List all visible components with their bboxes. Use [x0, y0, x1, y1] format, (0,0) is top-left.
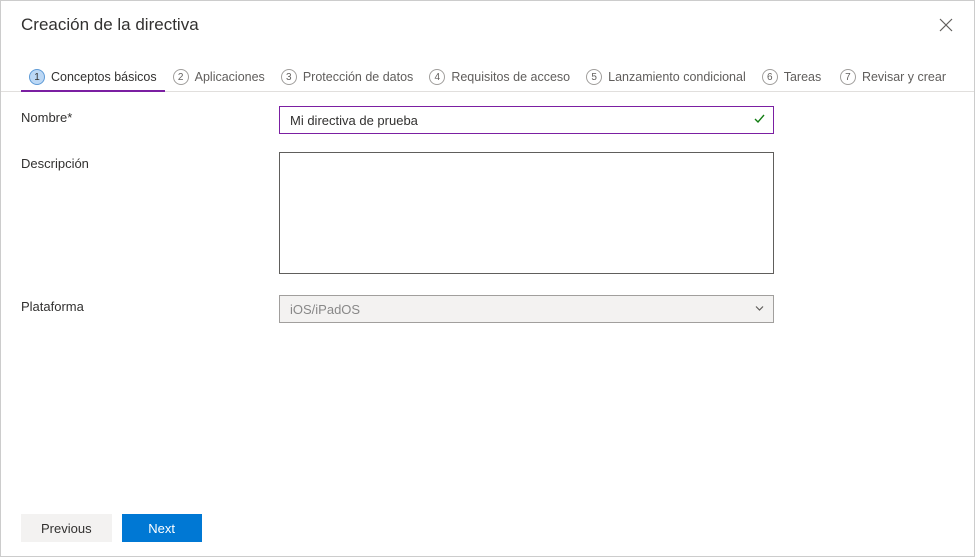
platform-value: iOS/iPadOS: [290, 302, 360, 317]
description-textarea[interactable]: [279, 152, 774, 274]
tab-label: Lanzamiento condicional: [608, 70, 746, 84]
platform-label: Plataforma: [21, 295, 279, 314]
step-number: 7: [840, 69, 856, 85]
next-button[interactable]: Next: [122, 514, 202, 542]
tab-label: Revisar y crear: [862, 70, 946, 84]
name-input[interactable]: [279, 106, 774, 134]
tab-basics[interactable]: 1 Conceptos básicos: [21, 63, 165, 91]
name-label: Nombre*: [21, 106, 279, 125]
tab-label: Aplicaciones: [195, 70, 265, 84]
step-number: 5: [586, 69, 602, 85]
chevron-down-icon: [754, 302, 765, 317]
tab-label: Tareas: [784, 70, 822, 84]
page-title: Creación de la directiva: [21, 15, 199, 35]
tab-assignments[interactable]: 6 Tareas: [754, 63, 830, 91]
step-number: 6: [762, 69, 778, 85]
tab-data-protection[interactable]: 3 Protección de datos: [273, 63, 422, 91]
wizard-tabs: 1 Conceptos básicos 2 Aplicaciones 3 Pro…: [1, 45, 974, 92]
platform-select[interactable]: iOS/iPadOS: [279, 295, 774, 323]
step-number: 1: [29, 69, 45, 85]
close-icon[interactable]: [938, 17, 954, 33]
previous-button[interactable]: Previous: [21, 514, 112, 542]
tab-review[interactable]: 7 Revisar y crear: [832, 63, 954, 91]
tab-label: Protección de datos: [303, 70, 414, 84]
tab-conditional-launch[interactable]: 5 Lanzamiento condicional: [578, 63, 754, 91]
description-label: Descripción: [21, 152, 279, 171]
tab-access-requirements[interactable]: 4 Requisitos de acceso: [421, 63, 578, 91]
step-number: 2: [173, 69, 189, 85]
tab-apps[interactable]: 2 Aplicaciones: [165, 63, 273, 91]
tab-label: Conceptos básicos: [51, 70, 157, 84]
tab-label: Requisitos de acceso: [451, 70, 570, 84]
step-number: 4: [429, 69, 445, 85]
step-number: 3: [281, 69, 297, 85]
